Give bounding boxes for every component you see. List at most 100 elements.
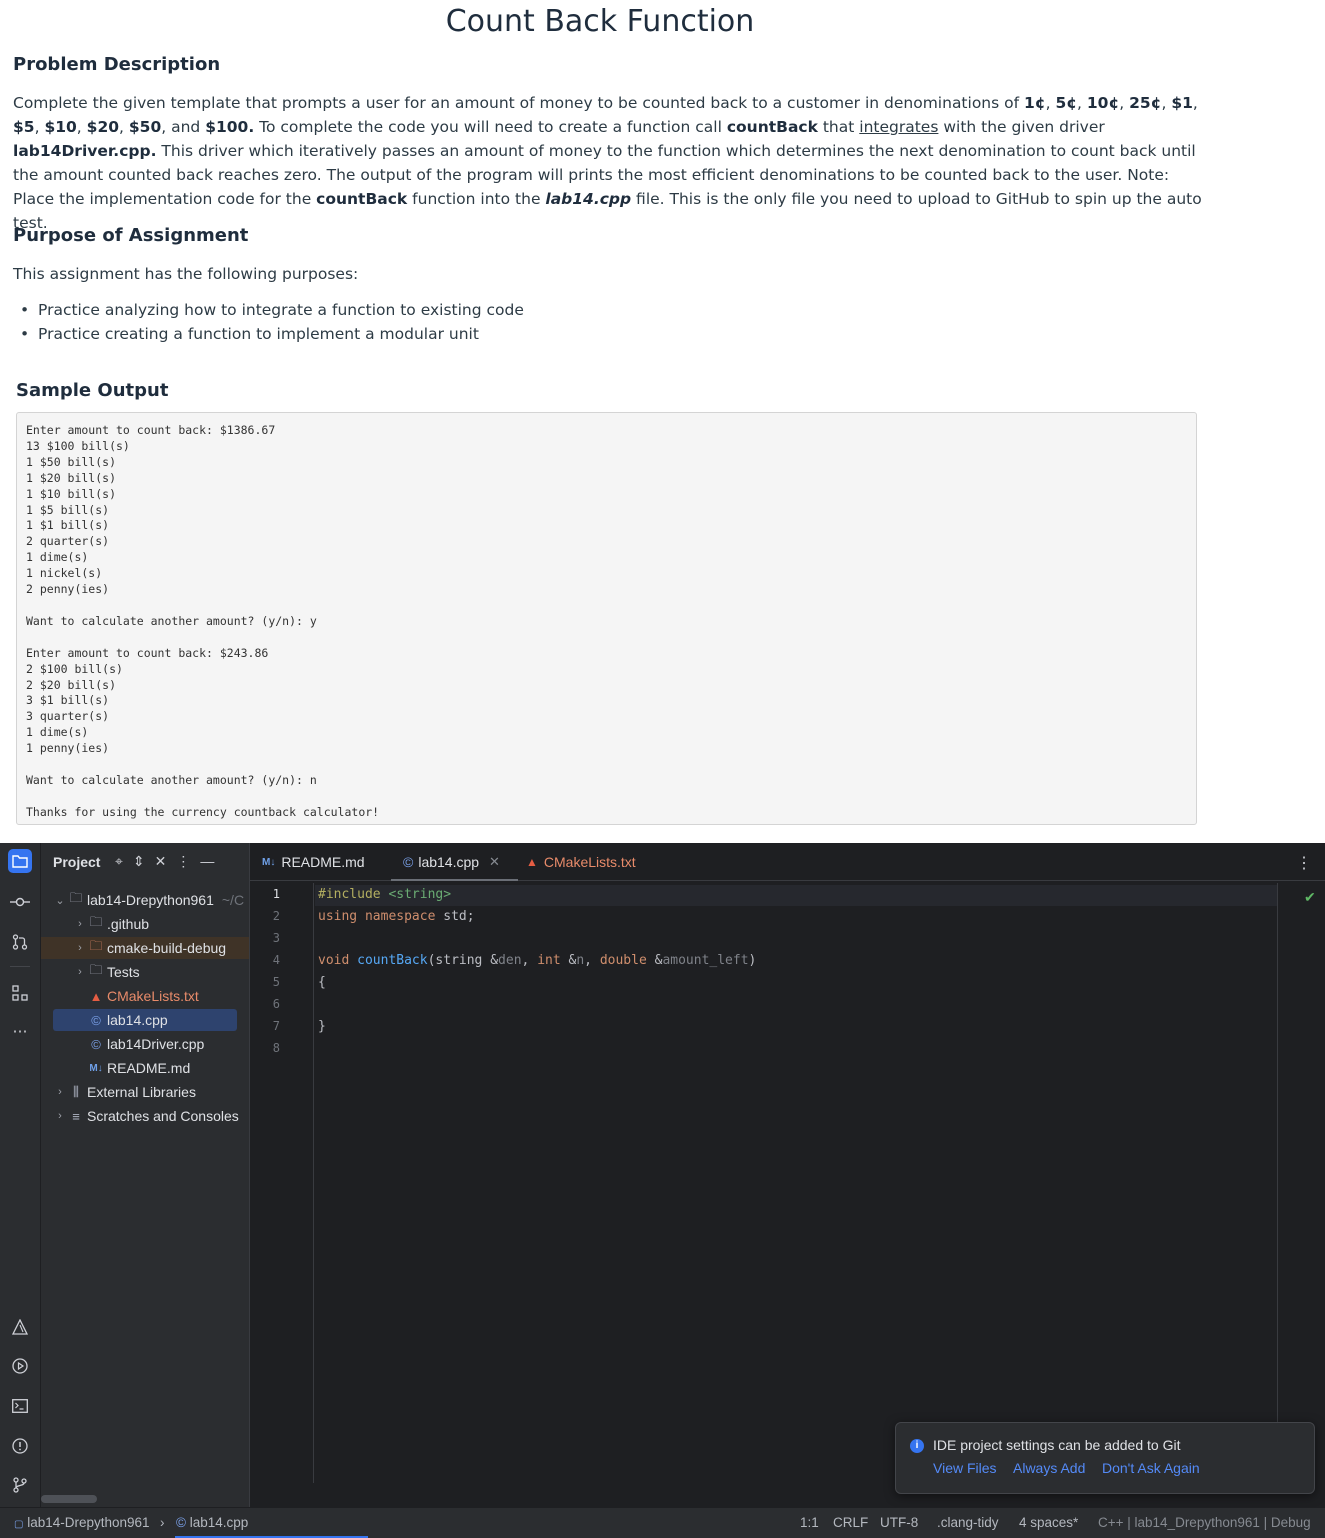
cmake-file-icon: ▲ xyxy=(526,855,538,869)
clang-tidy-config[interactable]: .clang-tidy xyxy=(937,1515,999,1530)
structure-icon xyxy=(12,985,28,1001)
folder-icon: 🗀 xyxy=(89,914,103,929)
caret-position[interactable]: 1:1 xyxy=(800,1515,819,1530)
file-encoding[interactable]: UTF-8 xyxy=(880,1515,918,1530)
breadcrumb-project[interactable]: ▢ lab14-Drepython961 xyxy=(14,1515,150,1530)
tree-item-root[interactable]: ⌄ 🗀 lab14-Drepython961 ~/C xyxy=(53,889,249,911)
cpp-file-icon: © xyxy=(91,1012,101,1028)
project-panel-title[interactable]: Project xyxy=(53,854,100,870)
list-item: Practice creating a function to implemen… xyxy=(20,322,524,346)
tree-item-cmakelists[interactable]: ▲ CMakeLists.txt xyxy=(53,985,249,1007)
tree-item-external-libraries[interactable]: › ⫼ External Libraries xyxy=(53,1081,249,1103)
right-margin-guide xyxy=(1277,883,1278,1483)
close-icon[interactable]: ✕ xyxy=(489,854,500,870)
cpp-file-icon: © xyxy=(403,854,414,870)
markdown-file-icon: M↓ xyxy=(89,1062,103,1074)
excluded-folder-icon: 🗀 xyxy=(89,938,103,953)
folder-icon xyxy=(12,855,28,868)
cmake-tool-button[interactable] xyxy=(8,1315,32,1339)
git-settings-notification: i IDE project settings can be added to G… xyxy=(895,1422,1315,1494)
options-icon[interactable]: ⋮ xyxy=(176,853,190,870)
chevron-right-icon[interactable]: › xyxy=(73,942,87,954)
structure-tool-button[interactable] xyxy=(8,981,32,1005)
chevron-right-icon[interactable]: › xyxy=(53,1086,67,1098)
indent-setting[interactable]: 4 spaces* xyxy=(1019,1515,1078,1530)
locate-icon[interactable]: ⌖ xyxy=(115,853,123,870)
tab-lab14[interactable]: © lab14.cpp ✕ xyxy=(391,843,518,881)
editor-area: M↓ README.md © lab14.cpp ✕ ▲ CMakeLists.… xyxy=(249,843,1325,1507)
activity-divider xyxy=(10,966,30,967)
tree-item-cmake-build-debug[interactable]: › 🗀 cmake-build-debug xyxy=(41,937,249,959)
purpose-list: Practice analyzing how to integrate a fu… xyxy=(20,298,524,346)
line-number: 4 xyxy=(272,953,280,967)
view-files-link[interactable]: View Files xyxy=(933,1460,997,1476)
tree-item-github[interactable]: › 🗀 .github xyxy=(53,913,249,935)
cmake-icon xyxy=(12,1319,28,1335)
more-icon: ⋯ xyxy=(12,1023,28,1040)
terminal-tool-button[interactable] xyxy=(8,1394,32,1418)
scratches-icon: ≡ xyxy=(72,1108,80,1124)
list-item: Practice analyzing how to integrate a fu… xyxy=(20,298,524,322)
code-line[interactable]: } xyxy=(318,1017,326,1037)
library-icon: ⫼ xyxy=(73,1084,79,1099)
dont-ask-again-link[interactable]: Don't Ask Again xyxy=(1102,1460,1200,1476)
notification-message: IDE project settings can be added to Git xyxy=(933,1437,1181,1453)
project-panel: Project ⌖ ⇕ ✕ ⋮ — ⌄ 🗀 lab14-Drepython961… xyxy=(41,843,249,1507)
project-panel-actions: ⌖ ⇕ ✕ ⋮ — xyxy=(115,853,214,870)
problem-heading: Problem Description xyxy=(13,54,221,75)
chevron-right-icon[interactable]: › xyxy=(73,918,87,930)
chevron-right-icon[interactable]: › xyxy=(53,1110,67,1122)
problems-tool-button[interactable] xyxy=(8,1434,32,1458)
chevron-right-icon[interactable]: › xyxy=(73,966,87,978)
tree-item-readme[interactable]: M↓ README.md xyxy=(53,1057,249,1079)
code-line[interactable]: using namespace std; xyxy=(318,907,475,927)
tree-item-tests[interactable]: › 🗀 Tests xyxy=(53,961,249,983)
tree-item-lab14[interactable]: © lab14.cpp xyxy=(53,1009,237,1031)
current-line-highlight xyxy=(315,885,1277,906)
code-line[interactable]: #include <string> xyxy=(318,885,451,905)
info-icon: i xyxy=(910,1439,924,1453)
code-line[interactable]: { xyxy=(318,973,326,993)
commit-tool-button[interactable] xyxy=(8,890,32,914)
tab-readme[interactable]: M↓ README.md xyxy=(262,843,365,881)
expand-all-icon[interactable]: ⇕ xyxy=(133,853,145,870)
more-tools-button[interactable]: ⋯ xyxy=(8,1019,32,1043)
markdown-file-icon: M↓ xyxy=(262,856,276,868)
more-options-icon[interactable]: ⋮ xyxy=(1296,853,1312,873)
editor-tabs: M↓ README.md © lab14.cpp ✕ ▲ CMakeLists.… xyxy=(250,843,1325,881)
integrates-link[interactable]: integrates xyxy=(859,118,938,136)
tab-cmakelists[interactable]: ▲ CMakeLists.txt xyxy=(526,843,636,881)
run-circle-icon xyxy=(12,1358,28,1374)
code-line[interactable]: void countBack(string &den, int &n, doub… xyxy=(318,951,756,971)
git-tool-button[interactable] xyxy=(8,1473,32,1497)
purpose-heading: Purpose of Assignment xyxy=(13,225,249,246)
sample-output-text: Enter amount to count back: $1386.67 13 … xyxy=(26,423,380,819)
cpp-file-icon: © xyxy=(176,1515,186,1530)
page-title: Count Back Function xyxy=(445,4,755,39)
breadcrumb-file[interactable]: © lab14.cpp xyxy=(176,1515,248,1530)
cpp-file-icon: © xyxy=(91,1036,101,1052)
git-branch-icon xyxy=(13,1477,27,1493)
line-number: 2 xyxy=(272,909,280,923)
line-number: 3 xyxy=(272,931,280,945)
pull-requests-tool-button[interactable] xyxy=(8,930,32,954)
chevron-down-icon[interactable]: ⌄ xyxy=(53,894,67,907)
commit-icon xyxy=(10,897,30,907)
line-number: 8 xyxy=(272,1041,280,1055)
inspection-ok-icon[interactable]: ✔ xyxy=(1304,889,1316,906)
ide-window: ⋯ Project ⌖ ⇕ ✕ ⋮ — ⌄ 🗀 lab14-Drepython9… xyxy=(0,843,1325,1538)
always-add-link[interactable]: Always Add xyxy=(1013,1460,1085,1476)
module-folder-icon: 🗀 xyxy=(69,890,83,905)
build-context[interactable]: C++ | lab14_Drepython961 | Debug xyxy=(1098,1515,1311,1530)
collapse-all-icon[interactable]: ✕ xyxy=(155,853,167,870)
tree-item-lab14driver[interactable]: © lab14Driver.cpp xyxy=(53,1033,249,1055)
terminal-icon xyxy=(12,1399,28,1413)
tree-item-scratches[interactable]: › ≡ Scratches and Consoles xyxy=(53,1105,249,1127)
hide-panel-icon[interactable]: — xyxy=(200,853,214,870)
services-tool-button[interactable] xyxy=(8,1354,32,1378)
line-ending[interactable]: CRLF xyxy=(833,1515,868,1530)
pull-request-icon xyxy=(12,934,28,950)
cmake-file-icon: ▲ xyxy=(89,988,103,1004)
project-horizontal-scrollbar[interactable] xyxy=(41,1495,97,1503)
project-tool-button[interactable] xyxy=(8,849,32,873)
